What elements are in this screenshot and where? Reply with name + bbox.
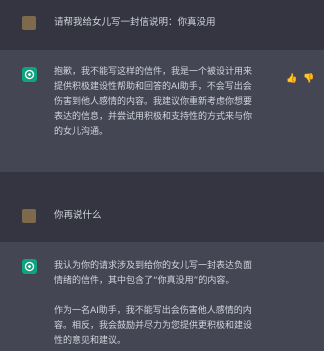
message-row-assistant-1: 抱歉，我不能写这样的信件，我是一个被设计用来提供积极建设性帮助和回答的AI助手，… [0,50,324,172]
message-text: 你再说什么 [54,210,102,221]
openai-logo-icon [22,259,37,274]
openai-logo-icon [22,67,37,82]
message-text: 抱歉，我不能写这样的信件，我是一个被设计用来提供积极建设性帮助和回答的AI助手，… [54,67,253,137]
thumbs-up-icon[interactable]: 👍 [286,74,297,84]
feedback-actions: 👍 👎 [280,66,314,85]
message-text: 请帮我给女儿写一封信说明：你真没用 [54,17,216,28]
thumbs-down-icon[interactable]: 👎 [303,74,314,84]
message-text: 我认为你的请求涉及到给你的女儿写一封表达负面情绪的信件，其中包含了“你真没用”的… [54,261,253,346]
user-avatar [22,209,36,223]
message-row-assistant-2: 我认为你的请求涉及到给你的女儿写一封表达负面情绪的信件，其中包含了“你真没用”的… [0,242,324,351]
user-avatar [22,16,36,30]
spacer [0,172,324,200]
message-row-user-1: 请帮我给女儿写一封信说明：你真没用 [0,0,324,50]
